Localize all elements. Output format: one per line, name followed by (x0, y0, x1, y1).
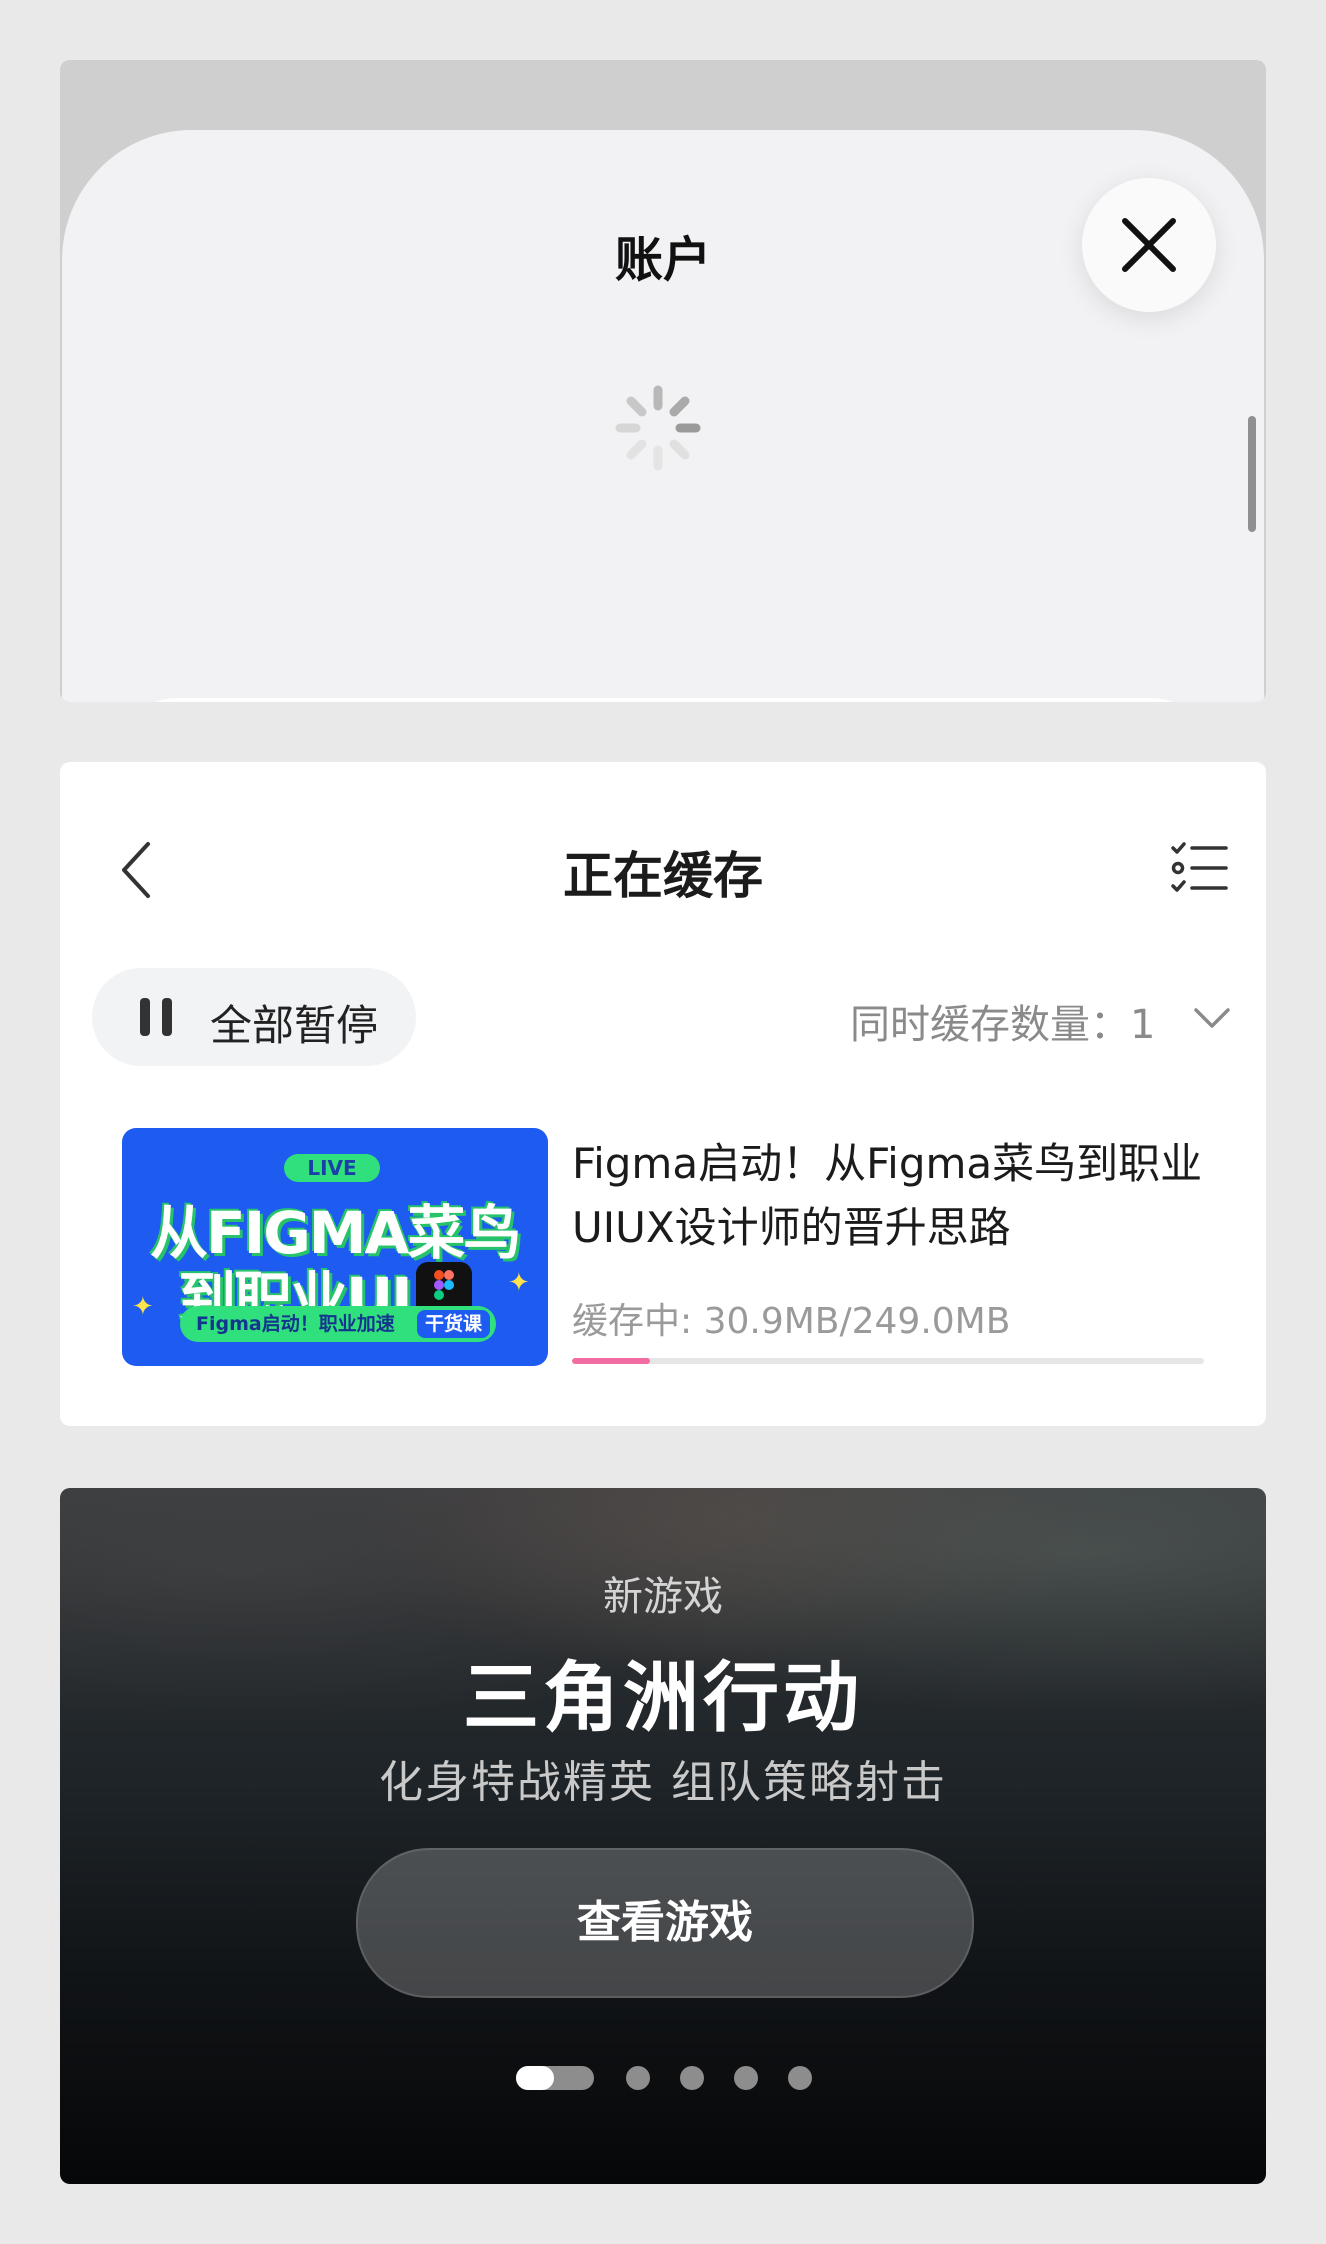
promo-title: 三角洲行动 (463, 1653, 863, 1742)
pause-all-label: 全部暂停 (210, 1001, 379, 1050)
download-status: 缓存中: 30.9MB/249.0MB (572, 1301, 1011, 1342)
pause-icon (140, 998, 172, 1036)
pause-all-button[interactable]: 全部暂停 (92, 968, 416, 1066)
account-profile-card (112, 698, 1216, 702)
concurrency-selector[interactable]: 同时缓存数量：1 (850, 992, 1155, 1050)
sparkle-icon: ✦ (132, 1292, 154, 1322)
download-progress-fill (572, 1358, 651, 1364)
carousel-pagination (60, 2066, 1266, 2090)
carousel-dot[interactable] (626, 2066, 650, 2090)
close-button[interactable] (1082, 178, 1216, 312)
carousel-dot-active[interactable] (516, 2066, 594, 2090)
thumbnail-subtitle: Figma启动！职业加速 干货课 (180, 1306, 496, 1342)
live-badge: LIVE (284, 1154, 380, 1182)
download-progress-bar (572, 1358, 1204, 1364)
game-promo-card[interactable]: 新游戏 三角洲行动 化身特战精英 组队策略射击 查看游戏 (60, 1488, 1266, 2184)
thumbnail-subtitle-text: Figma启动！职业加速 (196, 1313, 395, 1335)
account-card: 账户 (60, 60, 1266, 702)
carousel-dot[interactable] (788, 2066, 812, 2090)
course-thumbnail[interactable]: LIVE 从FIGMA菜鸟 到职业UI Figma启动！职业加速 干货课 ✦ ✦ (122, 1128, 548, 1366)
page-title: 正在缓存 (563, 847, 763, 905)
view-game-button[interactable]: 查看游戏 (356, 1848, 974, 1998)
carousel-dot[interactable] (680, 2066, 704, 2090)
account-sheet: 账户 (62, 130, 1264, 702)
promo-subtitle: 化身特战精英 组队策略射击 (379, 1757, 947, 1808)
promo-kicker: 新游戏 (603, 1574, 723, 1620)
thumbnail-tag: 干货课 (416, 1310, 490, 1338)
loading-spinner-icon (615, 385, 701, 471)
close-icon (1122, 218, 1176, 272)
scroll-indicator[interactable] (1248, 416, 1256, 532)
carousel-dot[interactable] (734, 2066, 758, 2090)
downloading-card: 正在缓存 全部暂停 同时缓存数量：1 LIVE 从FIGMA菜鸟 到职业UI F… (60, 762, 1266, 1426)
chevron-down-icon[interactable] (1192, 1006, 1232, 1030)
checklist-icon[interactable] (1170, 840, 1230, 896)
sparkle-icon: ✦ (508, 1268, 530, 1298)
download-item-title[interactable]: Figma启动！从Figma菜鸟到职业UIUX设计师的晋升思路 (572, 1132, 1266, 1260)
